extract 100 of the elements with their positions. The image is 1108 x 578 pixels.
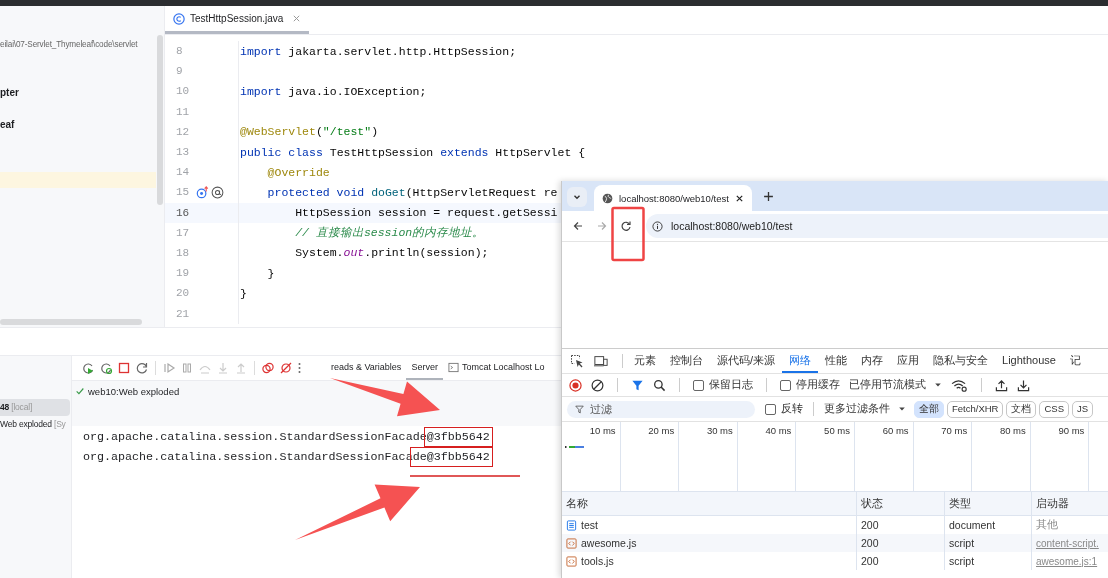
time-tick: 30 ms — [706, 425, 733, 436]
code-line: import jakarta.servlet.http.HttpSession; — [240, 44, 517, 58]
update-icon[interactable] — [99, 361, 113, 375]
line-number: 11 — [176, 105, 191, 118]
devtools-tab[interactable]: Lighthouse — [995, 349, 1063, 373]
initiator-link[interactable]: awesome.js:1 — [1036, 555, 1098, 567]
scrollbar[interactable] — [0, 319, 142, 325]
globe-icon — [602, 192, 613, 204]
script-icon — [566, 555, 577, 567]
inspect-icon[interactable] — [570, 354, 584, 368]
devtools-tab[interactable]: 内存 — [854, 349, 891, 373]
request-name[interactable]: tools.js — [581, 555, 614, 567]
column-header[interactable]: 启动器 — [1032, 492, 1108, 515]
line-number: 21 — [176, 307, 191, 320]
back-icon[interactable] — [572, 220, 584, 232]
throttling-dropdown[interactable]: 已停用节流模式 — [849, 378, 942, 392]
reload-icon[interactable] — [620, 220, 632, 232]
initiator-link[interactable]: content-script. — [1036, 537, 1099, 549]
console-icon — [447, 361, 459, 373]
highlight-frame — [611, 206, 645, 262]
panel-tab[interactable]: Tomcat Localhost Lo — [442, 356, 550, 380]
download-icon[interactable] — [1017, 378, 1030, 392]
override-icon[interactable] — [196, 185, 209, 199]
code-line: public class TestHttpSession extends HttpServlet { — [240, 145, 586, 159]
request-name[interactable]: test — [581, 519, 598, 531]
table-cell: document — [949, 519, 996, 531]
invert-checkbox[interactable]: 反转 — [765, 402, 803, 416]
table-cell: 200 — [861, 519, 879, 531]
tab-search-button[interactable] — [567, 187, 587, 207]
class-icon — [173, 12, 185, 25]
disable-cache-checkbox[interactable]: 停用缓存 — [780, 378, 840, 392]
type-filter-chip[interactable]: Fetch/XHR — [947, 400, 1004, 418]
caret-icon — [934, 381, 942, 389]
code-line: @WebServlet("/test") — [240, 125, 379, 139]
column-header[interactable]: 状态 — [857, 492, 945, 515]
session-item[interactable]: 48 [local] — [0, 399, 70, 416]
preserve-log-checkbox[interactable]: 保留日志 — [693, 378, 753, 392]
session-item[interactable]: Web exploded [Sy — [0, 416, 70, 433]
table-cell: 200 — [861, 555, 879, 567]
browser-tab[interactable]: localhost:8080/web10/test — [594, 185, 752, 211]
time-tick: 70 ms — [941, 425, 968, 436]
time-tick: 80 ms — [999, 425, 1026, 436]
at-icon[interactable] — [211, 185, 224, 199]
code-line: // 直接输出session的内存地址。 — [294, 225, 485, 241]
time-tick: 20 ms — [648, 425, 675, 436]
code-line: System.out.println(session); — [294, 246, 489, 260]
more-icon[interactable] — [297, 361, 302, 375]
code-line: import java.io.IOException; — [240, 84, 427, 98]
upload-icon[interactable] — [995, 378, 1008, 392]
column-header[interactable]: 名称 — [562, 492, 857, 515]
close-icon[interactable] — [735, 193, 744, 203]
deployment-label[interactable]: web10:Web exploded — [88, 386, 180, 397]
devtools-tab[interactable]: 记 — [1062, 349, 1088, 373]
breakpoints-icon[interactable] — [261, 361, 275, 375]
time-tick: 90 ms — [1058, 425, 1085, 436]
new-tab-icon[interactable] — [763, 191, 774, 202]
tree-item[interactable]: eaf — [0, 117, 164, 133]
type-filter-chip[interactable]: 全部 — [914, 400, 944, 418]
line-number: 8 — [176, 45, 184, 58]
devtools-tab[interactable]: 应用 — [890, 349, 927, 373]
filter-field[interactable]: 过滤 — [567, 400, 755, 418]
device-icon[interactable] — [594, 354, 608, 368]
type-filter-chip[interactable]: CSS — [1039, 400, 1069, 418]
code-line: HttpSession session = request.getSessi — [294, 206, 558, 220]
table-cell: 其他 — [1036, 518, 1058, 532]
line-number: 17 — [176, 226, 191, 239]
type-filter-chip[interactable]: 文档 — [1006, 400, 1037, 418]
code-line: } — [240, 286, 247, 300]
tree-item[interactable]: pter — [0, 85, 164, 101]
mute-breakpoints-icon[interactable] — [279, 361, 293, 375]
request-name[interactable]: awesome.js — [581, 537, 637, 549]
scrollbar[interactable] — [157, 35, 163, 205]
devtools-tab[interactable]: 控制台 — [663, 349, 710, 373]
type-filter-chip[interactable]: JS — [1072, 400, 1094, 418]
devtools-tab[interactable]: 隐私与安全 — [926, 349, 996, 373]
time-tick: 60 ms — [882, 425, 909, 436]
column-header[interactable]: 类型 — [945, 492, 1032, 515]
rerun-icon[interactable] — [81, 361, 95, 375]
editor-tab[interactable]: TestHttpSession.java — [165, 6, 310, 34]
clear-icon[interactable] — [591, 378, 604, 392]
record-icon[interactable] — [569, 378, 582, 392]
line-number: 12 — [176, 125, 191, 138]
devtools-tab[interactable]: 网络 — [782, 349, 819, 373]
table-cell: 200 — [861, 537, 879, 549]
panel-tab[interactable]: reads & Variables — [326, 356, 407, 380]
info-icon[interactable] — [652, 220, 663, 232]
line-number: 16 — [176, 206, 191, 219]
line-number: 13 — [176, 146, 191, 159]
devtools-tab[interactable]: 元素 — [627, 349, 663, 373]
search-icon[interactable] — [653, 378, 666, 392]
network-settings-icon[interactable] — [951, 378, 968, 392]
address-bar[interactable]: localhost:8080/web10/test — [646, 214, 1108, 238]
document-icon — [566, 519, 577, 531]
restart-icon[interactable] — [135, 361, 149, 375]
stop-icon[interactable] — [117, 361, 131, 375]
more-filters-dropdown[interactable]: 更多过滤条件 — [824, 402, 906, 416]
devtools-tab[interactable]: 源代码/来源 — [710, 349, 783, 373]
devtools-tab[interactable]: 性能 — [818, 349, 855, 373]
filter-icon[interactable] — [631, 378, 644, 392]
code-line: protected void doGet(HttpServletRequest re — [266, 185, 558, 199]
